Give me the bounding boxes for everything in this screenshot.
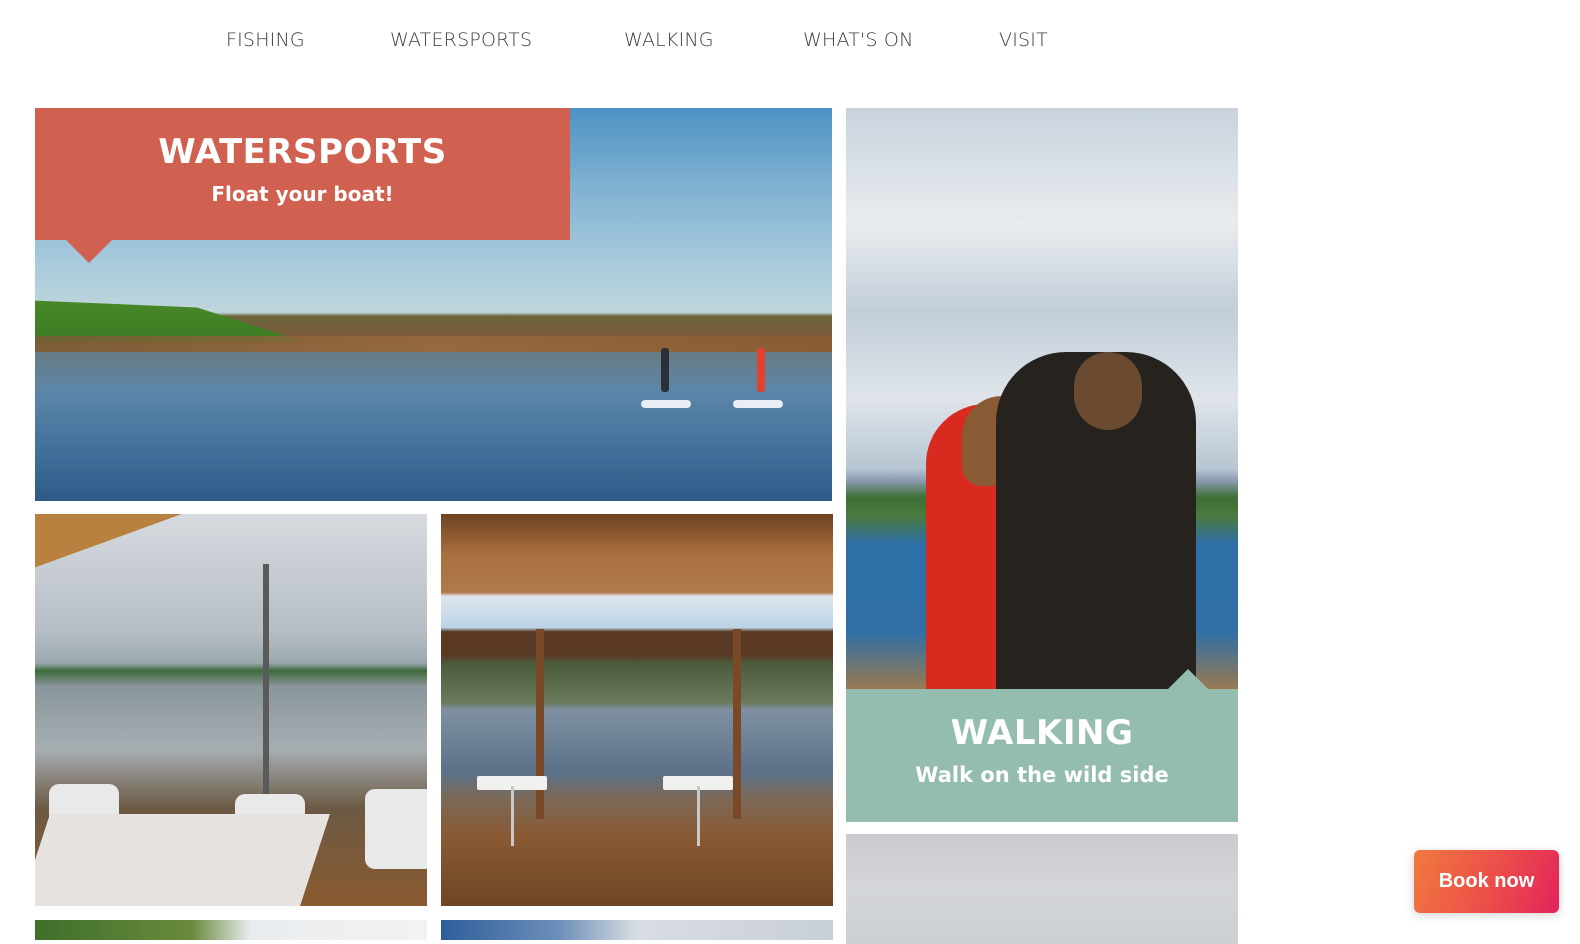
walking-title: WALKING (950, 713, 1134, 753)
paddleboard-shape (641, 400, 691, 408)
bottom-left-tile[interactable] (35, 920, 427, 940)
walking-tile-image[interactable] (846, 108, 1238, 690)
head-shape (1074, 352, 1142, 430)
paddler-figure (757, 348, 765, 392)
cafe-terrace-tile[interactable] (35, 514, 427, 906)
man-figure (996, 352, 1196, 690)
chair-shape (365, 789, 427, 869)
cafe-window-tile[interactable] (441, 514, 833, 906)
walking-subtitle: Walk on the wild side (915, 763, 1169, 787)
bottom-right-tile[interactable] (846, 834, 1238, 944)
watersports-banner[interactable]: WATERSPORTS Float your boat! (35, 108, 570, 263)
paddler-figure (661, 348, 669, 392)
shoreline-shape (35, 336, 832, 352)
nav-whats-on[interactable]: WHAT'S ON (803, 29, 914, 51)
banner-pointer (65, 239, 113, 263)
window-frame (536, 629, 544, 819)
table-leg (511, 786, 514, 846)
banner-pointer (1168, 669, 1208, 689)
walking-banner[interactable]: WALKING Walk on the wild side (846, 669, 1238, 822)
window-frame (733, 629, 741, 819)
table-shape (35, 814, 330, 906)
paddleboard-shape (733, 400, 783, 408)
main-nav: FISHING WATERSPORTS WALKING WHAT'S ON VI… (0, 0, 1260, 84)
watersports-title: WATERSPORTS (158, 132, 447, 172)
table-leg (697, 786, 700, 846)
book-now-button[interactable]: Book now (1414, 850, 1559, 913)
nav-walking[interactable]: WALKING (624, 29, 714, 51)
nav-watersports[interactable]: WATERSPORTS (390, 29, 532, 51)
watersports-subtitle: Float your boat! (211, 182, 394, 206)
nav-fishing[interactable]: FISHING (226, 29, 305, 51)
nav-visit[interactable]: VISIT (999, 29, 1048, 51)
bottom-middle-tile[interactable] (441, 920, 833, 940)
